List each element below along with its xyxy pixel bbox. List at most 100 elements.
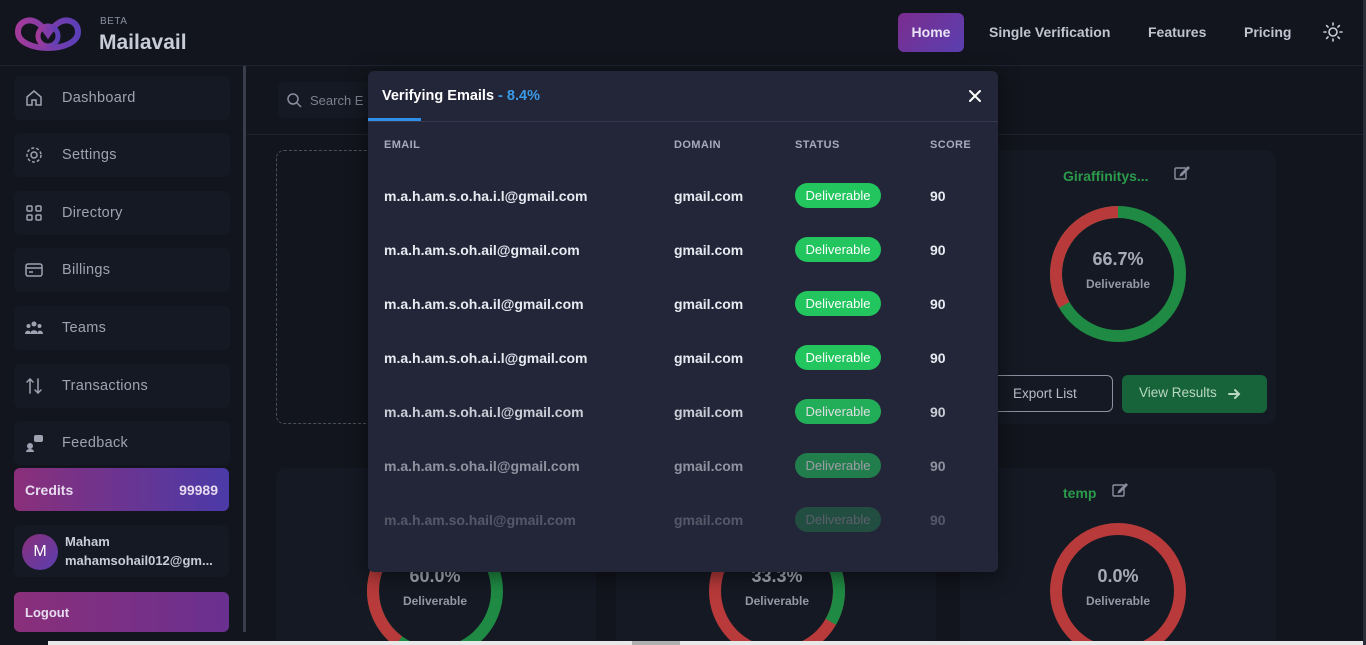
score-cell: 90 [930,296,946,312]
arrow-right-icon [1228,389,1241,399]
card-title[interactable]: temp [1063,485,1096,501]
column-header-domain: DOMAIN [674,139,722,151]
sidebar-item-billings[interactable]: Billings [14,248,230,292]
table-row: m.a.h.am.so.hail@gmail.com gmail.com Del… [368,495,998,549]
status-badge: Deliverable [795,345,881,370]
arrows-icon [26,377,42,395]
view-results-button[interactable]: View Results [1122,375,1267,413]
deliverable-percent: 0.0% [1097,566,1139,586]
deliverable-percent: 66.7% [1092,249,1144,269]
avatar: M [22,534,58,570]
modal-title: Verifying Emails - 8.4% [382,88,540,104]
score-cell: 90 [930,512,946,528]
horizontal-scrollbar-thumb[interactable] [632,641,680,645]
nav-single-verification[interactable]: Single Verification [989,13,1110,52]
nav-pricing[interactable]: Pricing [1244,13,1291,52]
domain-cell: gmail.com [674,512,744,528]
nav-home[interactable]: Home [898,13,964,52]
sidebar-item-label: Directory [62,205,123,221]
email-cell: m.a.h.am.s.o.ha.i.l@gmail.com [384,188,588,204]
email-cell: m.a.h.am.s.oha.il@gmail.com [384,458,580,474]
user-profile[interactable]: M Maham mahamsohail012@gm... [14,525,229,577]
edit-icon[interactable] [1174,165,1190,181]
deliverable-label: Deliverable [744,594,810,608]
view-results-label: View Results [1139,385,1217,400]
table-row: m.a.h.am.s.oha.il@gmail.com gmail.com De… [368,441,998,495]
credits-value: 99989 [179,482,218,498]
column-header-score: SCORE [930,139,972,151]
user-email: mahamsohail012@gm... [65,553,213,568]
sidebar-item-label: Dashboard [62,90,136,106]
status-badge: Deliverable [795,183,881,208]
table-row: m.a.h.am.s.oh.a.i.l@gmail.com gmail.com … [368,333,998,387]
card-title[interactable]: Giraffinitys... [1063,168,1149,184]
sidebar-item-label: Feedback [62,435,129,451]
sidebar-item-transactions[interactable]: Transactions [14,364,230,408]
credits-panel[interactable]: Credits 99989 [14,468,229,511]
status-badge: Deliverable [795,507,881,532]
deliverable-label: Deliverable [1085,594,1151,608]
brand-name[interactable]: Mailavail [99,31,187,55]
search-icon [287,93,302,108]
score-cell: 90 [930,350,946,366]
email-cell: m.a.h.am.s.oh.a.i.l@gmail.com [384,350,588,366]
top-bar: BETA Mailavail Home Single Verification … [0,0,1366,66]
feedback-icon [26,435,43,452]
sidebar-divider [243,66,246,632]
score-cell: 90 [930,404,946,420]
verifying-emails-modal: Verifying Emails - 8.4% EMAIL DOMAIN STA… [368,71,998,572]
home-icon [26,90,42,106]
domain-cell: gmail.com [674,242,744,258]
domain-cell: gmail.com [674,404,744,420]
domain-cell: gmail.com [674,296,744,312]
sidebar-item-label: Billings [62,262,111,278]
user-name: Maham [65,534,110,549]
export-list-label: Export List [1013,386,1077,401]
status-badge: Deliverable [795,399,881,424]
email-cell: m.a.h.am.so.hail@gmail.com [384,512,576,528]
sidebar-item-teams[interactable]: Teams [14,306,230,350]
table-row: m.a.h.am.s.oh.ail@gmail.com gmail.com De… [368,225,998,279]
score-cell: 90 [930,242,946,258]
mailavail-logo-icon[interactable] [14,12,82,54]
export-list-button[interactable]: Export List [985,375,1113,412]
credits-label: Credits [25,482,74,498]
table-row: m.a.h.am.s.oh.a.il@gmail.com gmail.com D… [368,279,998,333]
email-cell: m.a.h.am.s.oh.ai.l@gmail.com [384,404,584,420]
card-icon [25,263,43,277]
horizontal-scrollbar[interactable] [48,641,1366,645]
score-cell: 90 [930,458,946,474]
theme-toggle-sun-icon[interactable] [1323,22,1343,42]
status-badge: Deliverable [795,291,881,316]
sidebar-item-feedback[interactable]: Feedback [14,421,230,465]
table-row: m.a.h.am.s.oh.ai.l@gmail.com gmail.com D… [368,387,998,441]
domain-cell: gmail.com [674,458,744,474]
edit-icon[interactable] [1112,482,1128,498]
sidebar-item-label: Teams [62,320,107,336]
sidebar-item-dashboard[interactable]: Dashboard [14,76,230,120]
modal-title-text: Verifying Emails [382,88,495,104]
deliverable-label: Deliverable [1085,277,1151,291]
column-header-status: STATUS [795,139,840,151]
score-cell: 90 [930,188,946,204]
logout-button[interactable]: Logout [14,592,229,632]
email-cell: m.a.h.am.s.oh.ail@gmail.com [384,242,580,258]
nav-features[interactable]: Features [1148,13,1206,52]
sidebar-item-directory[interactable]: Directory [14,191,230,235]
domain-cell: gmail.com [674,188,744,204]
status-badge: Deliverable [795,237,881,262]
domain-cell: gmail.com [674,350,744,366]
search-placeholder: Search E [310,93,364,108]
deliverable-label: Deliverable [402,594,468,608]
modal-divider [368,121,998,122]
status-badge: Deliverable [795,453,881,478]
sidebar-item-label: Settings [62,147,117,163]
column-header-email: EMAIL [384,139,421,151]
sidebar-item-settings[interactable]: Settings [14,133,230,177]
deliverable-ring [1050,206,1186,342]
gear-icon [26,147,42,163]
email-cell: m.a.h.am.s.oh.a.il@gmail.com [384,296,584,312]
verification-progress: 8.4% [506,88,540,104]
table-row: m.a.h.am.s.o.ha.i.l@gmail.com gmail.com … [368,171,998,225]
close-icon[interactable] [967,88,983,104]
